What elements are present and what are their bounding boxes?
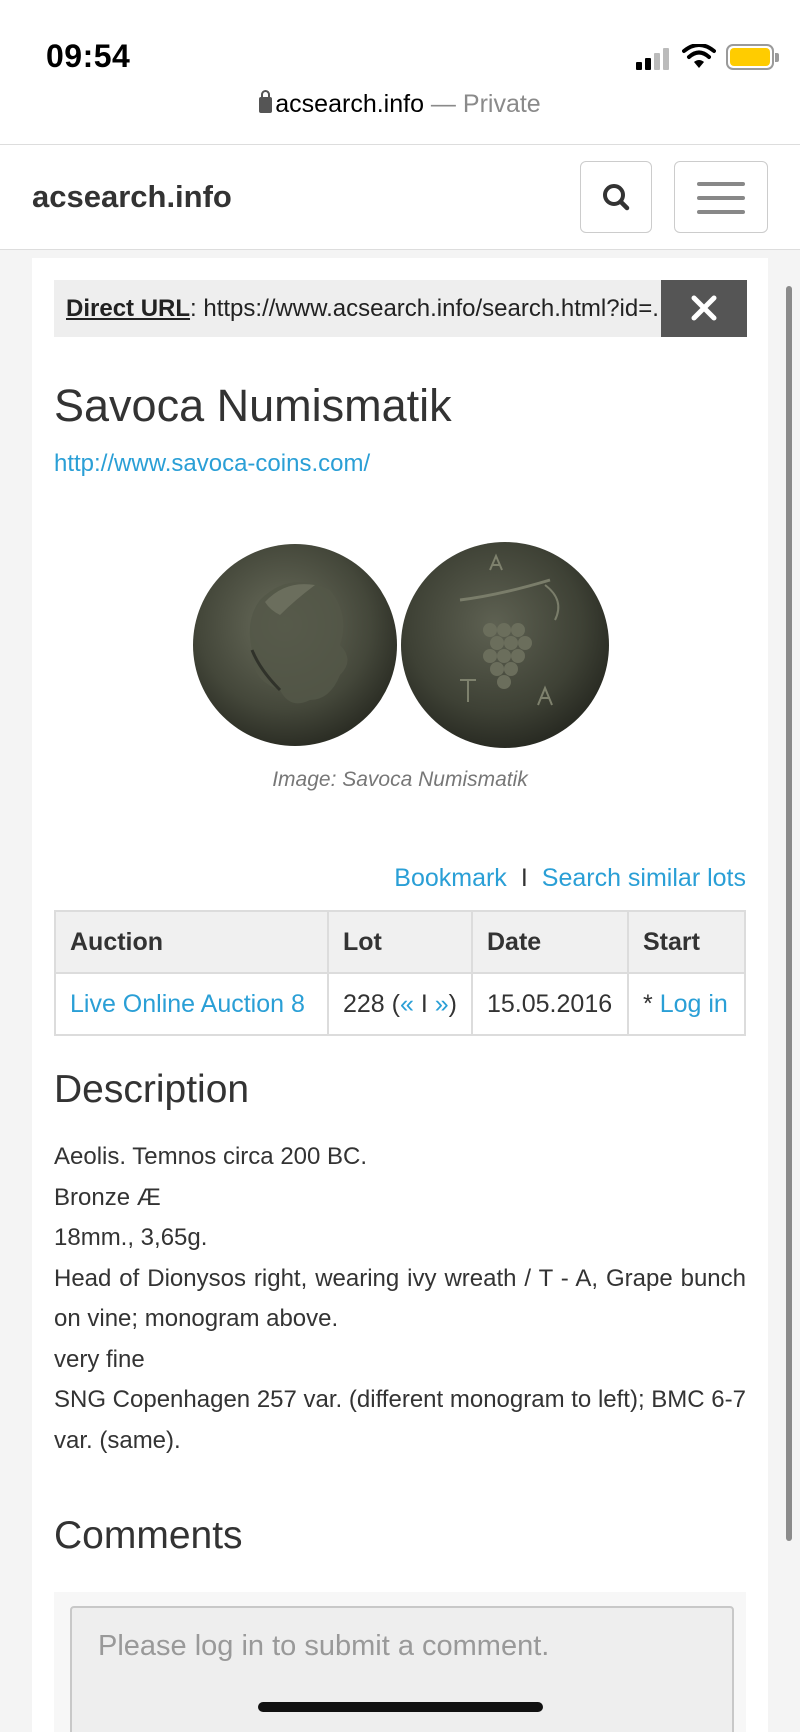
lot-date: 15.05.2016 [472,973,629,1035]
start-cell: * Log in [628,973,746,1035]
search-icon [603,184,630,211]
lock-icon [259,90,273,113]
dealer-website-link[interactable]: http://www.savoca-coins.com/ [54,450,370,478]
column-header-auction: Auction [55,911,329,974]
column-header-start: Start [628,911,746,974]
status-bar: 09:54 [0,0,800,90]
action-separator: I [520,864,528,892]
address-domain: acsearch.info [275,90,424,118]
site-navbar: acsearch.info [0,144,800,250]
description-line: 18mm., 3,65g. [54,1224,208,1251]
site-brand[interactable]: acsearch.info [32,179,232,215]
description-line: very fine [54,1345,145,1373]
table-header-row: Auction Lot Date Start [55,911,746,974]
lot-info-table: Auction Lot Date Start Live Online Aucti… [54,910,746,1036]
column-header-date: Date [472,911,629,974]
address-separator: — [423,90,463,118]
comment-textarea[interactable]: Please log in to submit a comment. [70,1606,734,1732]
close-icon [691,295,717,321]
auction-name-link[interactable]: Live Online Auction 8 [55,973,329,1035]
direct-url-value: : https://www.acsearch.info/search.html?… [190,295,661,322]
direct-url-label: Direct URL [66,295,191,322]
wifi-icon [682,44,716,68]
hamburger-icon [697,182,745,186]
lot-number: 228 [343,989,385,1018]
description-line: SNG Copenhagen 257 var. (different monog… [54,1386,746,1454]
coin-reverse [401,542,609,748]
dealer-name: Savoca Numismatik [54,380,452,431]
coin-image[interactable] [190,540,610,750]
next-lot-link[interactable]: » [435,990,449,1018]
column-header-lot: Lot [328,911,473,974]
menu-toggle-button[interactable] [674,161,768,233]
table-row: Live Online Auction 8 228 (« I ») 15.05.… [55,973,746,1035]
browser-address-bar[interactable]: acsearch.info — Private [0,90,800,144]
search-similar-lots-link[interactable]: Search similar lots [542,864,746,892]
private-mode-label: Private [462,90,541,118]
home-indicator[interactable] [258,1702,543,1712]
description-line: Bronze Æ [54,1183,161,1211]
log-in-link[interactable]: Log in [660,990,728,1018]
description-line: Aeolis. Temnos circa 200 BC. [54,1143,368,1170]
battery-icon [726,44,779,70]
previous-lot-link[interactable]: « [400,990,414,1018]
search-button[interactable] [580,161,652,233]
status-time: 09:54 [46,38,131,74]
cellular-signal-icon [636,48,672,70]
comments-heading: Comments [54,1514,243,1557]
bookmark-link[interactable]: Bookmark [394,864,507,892]
direct-url-bar[interactable]: Direct URL: https://www.acsearch.info/se… [54,280,661,337]
close-direct-url-button[interactable] [661,280,747,337]
description-text: Aeolis. Temnos circa 200 BC. Bronze Æ 18… [54,1137,746,1461]
page-scrollbar[interactable] [786,286,792,1541]
coin-obverse [193,544,397,746]
lot-actions: Bookmark I Search similar lots [394,864,746,893]
description-line: Head of Dionysos right, wearing ivy wrea… [54,1264,746,1333]
lot-cell: 228 (« I ») [328,973,473,1035]
image-caption: Image: Savoca Numismatik [272,768,528,791]
description-heading: Description [54,1068,250,1111]
